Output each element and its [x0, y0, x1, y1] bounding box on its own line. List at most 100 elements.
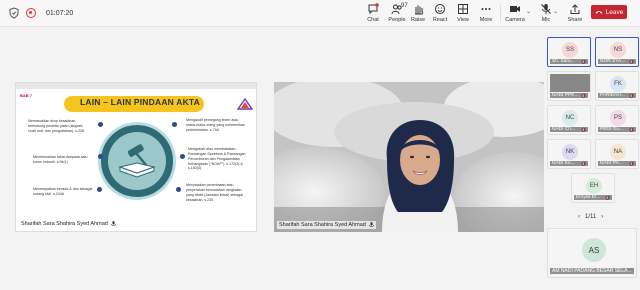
share-label: Share — [567, 17, 583, 23]
participant-tile[interactable]: NC NADI Ch... 🔇 — [547, 105, 591, 135]
video-frame — [274, 82, 544, 232]
camera-feed[interactable]: Sharifah Sara Shahira Syed Ahmad — [274, 82, 544, 232]
mic-muted-icon: 🔇 — [581, 127, 586, 132]
meeting-timer: 01:07:20 — [46, 9, 74, 17]
mic-icon — [369, 222, 374, 227]
page-indicator: 1/11 — [585, 214, 597, 220]
avatar: NK — [562, 144, 578, 160]
avatar — [550, 74, 590, 92]
previous-page-icon[interactable]: ‹ — [578, 214, 580, 220]
grid-view-icon — [458, 4, 468, 14]
slide-right-item: Mengaudit pemegang lesen atau mana-mana … — [186, 118, 245, 132]
hand-icon — [415, 5, 423, 15]
participant-name-bar: NADI PA... 🔇 — [598, 161, 636, 166]
mic-muted-icon: 🔇 — [629, 59, 634, 64]
camera-name-tag: Sharifah Sara Shahira Syed Ahmad — [277, 221, 376, 229]
mic-options-chevron-icon[interactable]: ⌄ — [553, 8, 558, 15]
shield-icon[interactable] — [8, 7, 20, 19]
more-label: More — [479, 17, 493, 23]
share-button[interactable]: Share — [560, 3, 590, 23]
slide-tag: BAB 7 — [20, 93, 33, 98]
slide-right-item: Menyatakan penerimaan atau penyerahan ke… — [186, 183, 243, 202]
meeting-toolbar: 01:07:20 Chat 97 People Raise React View… — [0, 0, 640, 27]
participant-name: NADI Ch... — [552, 127, 575, 132]
slide-left-item: Membenarkan fakta daripada satu forum in… — [33, 155, 88, 164]
presenter-name: Sharifah Sara Shahira Syed Ahmad — [21, 221, 108, 227]
chat-icon — [368, 3, 379, 15]
slide-left-item: Menempatkan semula & dan sebagai hutang … — [33, 187, 93, 196]
mic-icon — [111, 221, 116, 226]
next-page-icon[interactable]: › — [601, 214, 603, 220]
more-dots-icon — [481, 8, 491, 10]
participant-tile[interactable]: NADI PPK... 🔇 — [547, 71, 591, 101]
mcmc-logo-icon — [237, 98, 253, 110]
slide-top-strip — [16, 83, 256, 89]
participant-name: PEDI Gu... — [600, 127, 623, 132]
participant-tile[interactable]: NK NADI Ke... 🔇 — [547, 139, 591, 169]
participant-name: FARIDAH... — [600, 93, 625, 98]
participant-name-bar: PEDI Gu... 🔇 — [598, 127, 636, 132]
recording-icon — [26, 8, 36, 18]
bullet-dot — [176, 187, 181, 192]
avatar: NS — [610, 42, 626, 58]
participant-name-bar: NADI Ch... 🔇 — [550, 127, 588, 132]
participant-name: NADI PPK... — [552, 93, 579, 98]
mic-muted-icon: 🔇 — [629, 93, 634, 98]
bullet-dot — [172, 122, 177, 127]
leave-button[interactable]: Leave — [591, 5, 627, 19]
phone-hangup-icon — [595, 11, 602, 14]
camera-icon — [510, 6, 520, 12]
mic-muted-icon: 🔇 — [581, 59, 586, 64]
participant-tile[interactable]: PS PEDI Gu... 🔇 — [595, 105, 639, 135]
bullet-dot — [98, 154, 103, 159]
avatar: FK — [610, 76, 626, 92]
leave-label: Leave — [605, 8, 624, 16]
participant-name-bar: NADI PPK... 🔇 — [550, 93, 588, 98]
participant-name: Sh. Sara... — [552, 59, 575, 64]
avatar: EH — [586, 178, 602, 194]
gavel-book-icon — [118, 144, 156, 178]
participant-tile[interactable]: SS Sh. Sara... 🔇 — [547, 37, 591, 67]
mic-muted-icon: 🔇 — [581, 161, 586, 166]
more-button[interactable]: More — [471, 3, 501, 23]
avatar: AS — [582, 238, 606, 262]
participant-name-bar: Emylia El... 🔇 — [574, 195, 612, 200]
bullet-dot — [98, 122, 103, 127]
participant-name-bar: NADI Ke... 🔇 — [550, 161, 588, 166]
avatar: SS — [562, 42, 578, 58]
mic-label: Mic — [541, 17, 551, 23]
mic-muted-icon: 🔇 — [629, 161, 634, 166]
participant-name-bar: NOR SYA... 🔇 — [598, 59, 636, 64]
avatar: NA — [610, 144, 626, 160]
participant-tile[interactable]: NS NOR SYA... 🔇 — [595, 37, 639, 67]
featured-participant-tile[interactable]: AS AM NADI PADANG BESAR SELA... — [547, 228, 637, 278]
participant-name-bar: Sh. Sara... 🔇 — [550, 59, 588, 64]
camera-participant-name: Sharifah Sara Shahira Syed Ahmad — [279, 222, 366, 228]
participant-name: NOR SYA... — [600, 59, 626, 64]
participant-name-bar: FARIDAH... 🔇 — [598, 93, 636, 98]
share-screen-icon — [570, 4, 580, 14]
participant-name: Emylia El... — [576, 195, 600, 200]
presenter-name-tag: Sharifah Sara Shahira Syed Ahmad — [19, 220, 118, 228]
mic-muted-icon — [541, 4, 551, 14]
avatar: NC — [562, 110, 578, 126]
participant-tile[interactable]: EH Emylia El... 🔇 — [571, 173, 615, 203]
participant-name: AM NADI PADANG BESAR SELA... — [550, 268, 634, 274]
smiley-icon — [435, 4, 445, 14]
avatar: PS — [610, 110, 626, 126]
participant-name: NADI PA... — [600, 161, 623, 166]
mic-muted-icon: 🔇 — [605, 195, 610, 200]
mic-muted-icon: 🔇 — [629, 127, 634, 132]
bullet-dot — [97, 187, 102, 192]
participant-name: NADI Ke... — [552, 161, 575, 166]
slide-left-item: Memasukkan skop kesalahan berhubung pera… — [28, 119, 84, 133]
gallery-pager: ‹ 1/11 › — [578, 214, 603, 220]
participant-tile[interactable]: NA NADI PA... 🔇 — [595, 139, 639, 169]
camera-label: Camera — [505, 17, 525, 23]
shared-screen[interactable]: BAB 7 LAIN – LAIN PINDAAN AKTA Memasukka… — [15, 82, 257, 232]
slide-title: LAIN – LAIN PINDAAN AKTA — [80, 97, 201, 107]
participant-tile[interactable]: FK FARIDAH... 🔇 — [595, 71, 639, 101]
meeting-status: 01:07:20 — [8, 7, 73, 19]
mic-muted-icon: 🔇 — [581, 93, 586, 98]
bullet-dot — [180, 154, 185, 159]
